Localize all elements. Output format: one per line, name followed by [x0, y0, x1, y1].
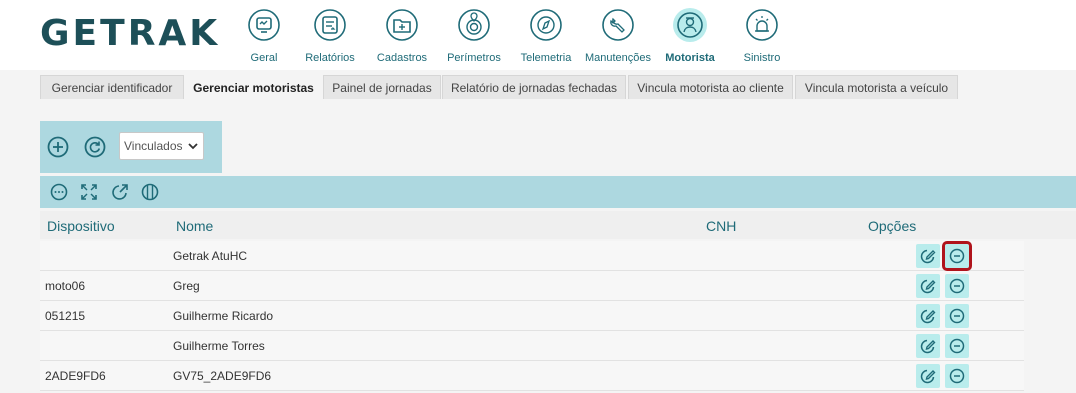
- cell-dispositivo: moto06: [45, 279, 86, 293]
- nav-label: Motorista: [665, 52, 715, 64]
- remove-button[interactable]: [942, 241, 972, 271]
- minus-circle-icon: [949, 368, 965, 384]
- edit-button[interactable]: [916, 274, 940, 298]
- tab-vincula-motorista-veiculo[interactable]: Vincula motorista a veículo: [795, 75, 958, 99]
- top-header: GETRAK Geral Relatórios Cadastros Períme…: [0, 0, 1076, 70]
- cell-nome: Guilherme Torres: [173, 339, 265, 353]
- nav-sinistro[interactable]: Sinistro: [722, 8, 802, 64]
- minus-circle-icon: [949, 308, 965, 324]
- table-header: Dispositivo Nome CNH Opções: [40, 211, 1076, 239]
- driver-icon: [673, 8, 707, 42]
- expand-button[interactable]: [79, 182, 99, 202]
- edit-button[interactable]: [916, 304, 940, 328]
- map-pin-target-icon: [457, 8, 491, 42]
- nav-perimetros[interactable]: Perímetros: [434, 8, 514, 64]
- minus-circle-icon: [949, 248, 965, 264]
- ellipsis-circle-icon: [50, 183, 68, 201]
- cell-nome: Getrak AtuHC: [173, 249, 248, 263]
- edit-button[interactable]: [916, 364, 940, 388]
- folder-plus-icon: [385, 8, 419, 42]
- more-options-button[interactable]: [49, 182, 69, 202]
- table-row[interactable]: 2ADE9FD6 GV75_2ADE9FD6: [40, 361, 1024, 391]
- export-button[interactable]: [110, 182, 130, 202]
- remove-button[interactable]: [945, 334, 969, 358]
- plus-circle-icon: [47, 136, 69, 158]
- getrak-logo[interactable]: GETRAK: [40, 14, 220, 54]
- siren-icon: [745, 8, 779, 42]
- wrench-icon: [601, 8, 635, 42]
- filter-select-value: Vinculados: [124, 139, 183, 153]
- minus-circle-icon: [949, 278, 965, 294]
- nav-motorista[interactable]: Motorista: [650, 8, 730, 64]
- nav-manutencoes[interactable]: Manutenções: [578, 8, 658, 64]
- cell-dispositivo: 2ADE9FD6: [45, 369, 106, 383]
- nav-telemetria[interactable]: Telemetria: [506, 8, 586, 64]
- grid-toolbar: [40, 176, 1076, 208]
- refresh-button[interactable]: [83, 135, 107, 159]
- action-toolbar: Vinculados: [40, 121, 222, 173]
- edit-button[interactable]: [916, 244, 940, 268]
- tab-painel-jornadas[interactable]: Painel de jornadas: [323, 75, 441, 99]
- columns-button[interactable]: [140, 182, 160, 202]
- table-row[interactable]: 051215 Guilherme Ricardo: [40, 301, 1024, 331]
- cell-nome: GV75_2ADE9FD6: [173, 369, 272, 383]
- remove-button[interactable]: [945, 304, 969, 328]
- cell-nome: Guilherme Ricardo: [173, 309, 274, 323]
- edit-button[interactable]: [916, 334, 940, 358]
- tab-vincula-motorista-cliente[interactable]: Vincula motorista ao cliente: [628, 75, 793, 99]
- column-header-cnh[interactable]: CNH: [706, 218, 736, 234]
- nav-label: Perímetros: [447, 52, 501, 64]
- edit-icon: [920, 309, 936, 324]
- nav-cadastros[interactable]: Cadastros: [362, 8, 442, 64]
- minus-circle-icon: [949, 338, 965, 354]
- edit-icon: [920, 339, 936, 354]
- table-row[interactable]: Guilherme Torres: [40, 331, 1024, 361]
- table-row[interactable]: Getrak AtuHC: [40, 241, 1024, 271]
- tab-gerenciar-identificador[interactable]: Gerenciar identificador: [40, 75, 184, 99]
- filter-select[interactable]: Vinculados: [119, 132, 204, 160]
- add-button[interactable]: [46, 135, 70, 159]
- nav-relatorios[interactable]: Relatórios: [290, 8, 370, 64]
- chevron-down-icon: [188, 143, 198, 150]
- monitor-chart-icon: [247, 8, 281, 42]
- refresh-circle-icon: [84, 136, 106, 158]
- edit-icon: [920, 369, 936, 384]
- nav-label: Relatórios: [305, 52, 355, 64]
- compass-icon: [529, 8, 563, 42]
- column-header-dispositivo[interactable]: Dispositivo: [47, 218, 115, 234]
- column-header-nome[interactable]: Nome: [176, 218, 213, 234]
- external-link-icon: [112, 184, 128, 200]
- remove-button[interactable]: [945, 364, 969, 388]
- nav-label: Cadastros: [376, 52, 428, 64]
- cell-dispositivo: 051215: [45, 309, 86, 323]
- tab-relatorio-jornadas-fechadas[interactable]: Relatório de jornadas fechadas: [442, 75, 626, 99]
- nav-label: Sinistro: [743, 52, 781, 64]
- cell-nome: Greg: [173, 279, 200, 293]
- nav-label: Manutenções: [584, 52, 652, 64]
- nav-label: Telemetria: [520, 52, 572, 64]
- column-header-opcoes: Opções: [868, 218, 917, 234]
- report-icon: [313, 8, 347, 42]
- edit-icon: [920, 249, 936, 264]
- expand-icon: [81, 184, 97, 200]
- columns-icon: [141, 183, 159, 201]
- remove-button[interactable]: [945, 274, 969, 298]
- table-row[interactable]: moto06 Greg: [40, 271, 1024, 301]
- edit-icon: [920, 279, 936, 294]
- tab-gerenciar-motoristas[interactable]: Gerenciar motoristas: [185, 75, 322, 99]
